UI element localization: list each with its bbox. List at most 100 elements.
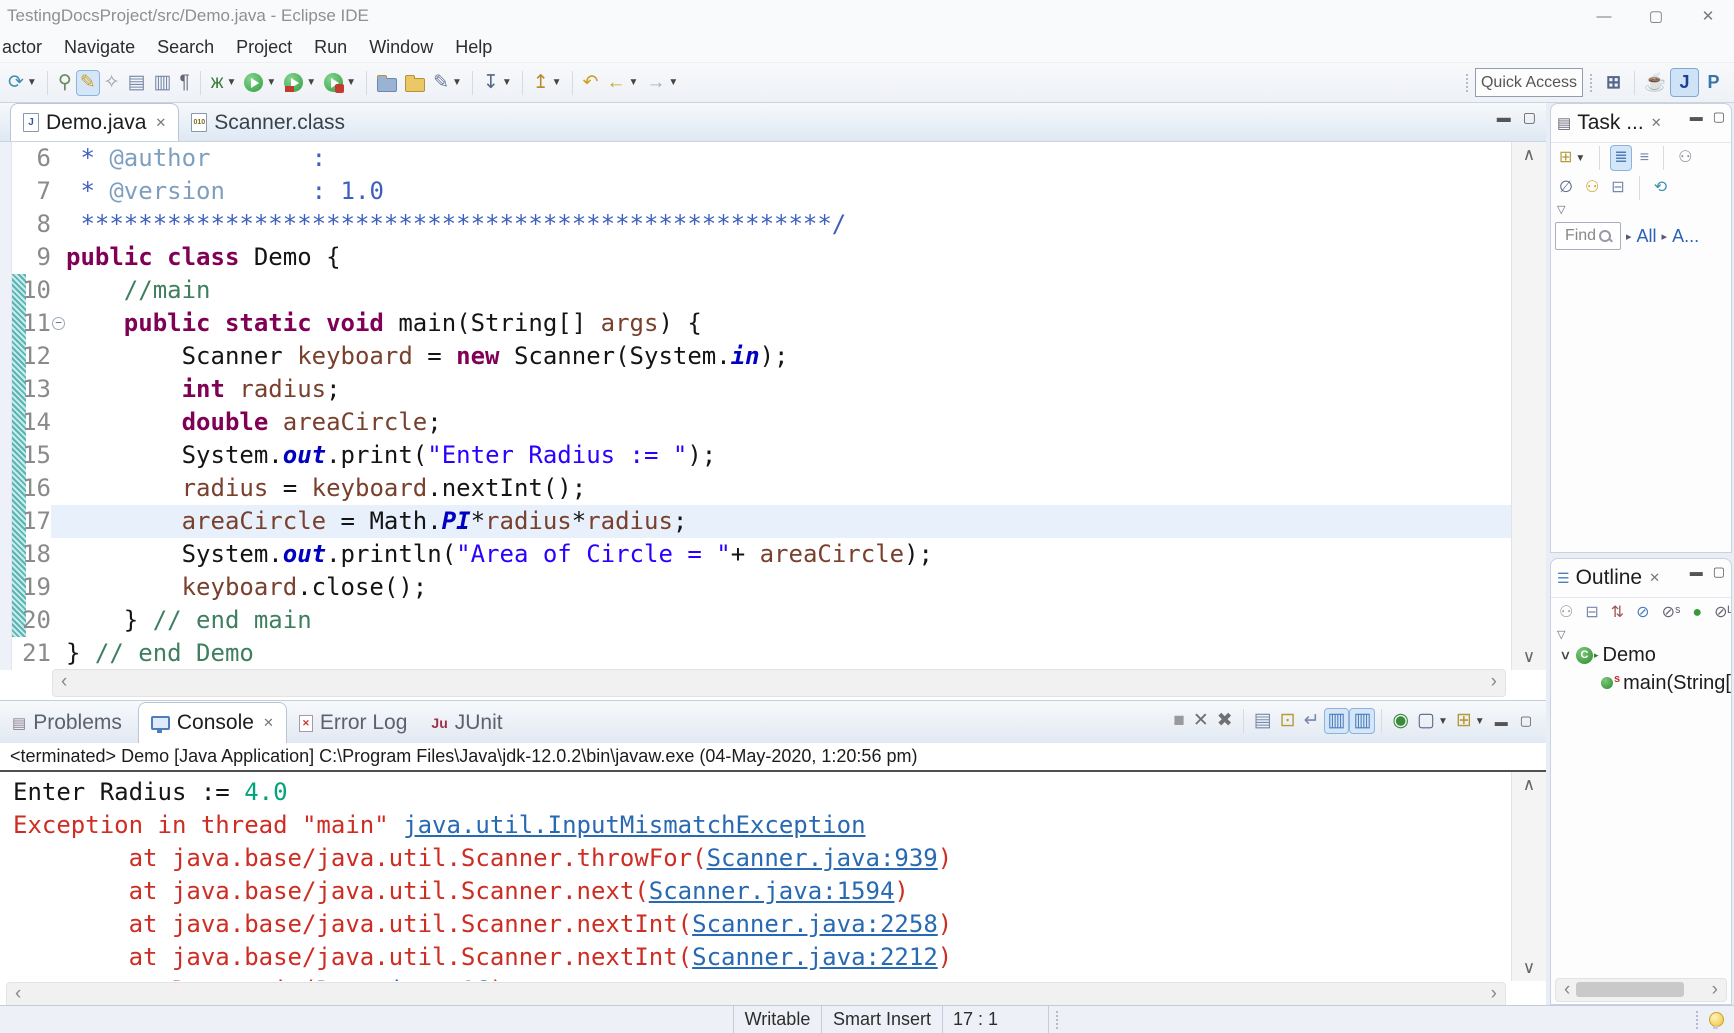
remove-launch-button[interactable]: ✕ — [1190, 709, 1212, 733]
close-view-icon[interactable]: ✕ — [1651, 115, 1662, 131]
tab-junit[interactable]: JuJUnit — [419, 703, 514, 743]
tab-demo-java[interactable]: J Demo.java ✕ — [10, 103, 179, 141]
stack-trace-link[interactable]: Demo.java:16 — [316, 976, 489, 981]
lightbulb-icon[interactable] — [1709, 1012, 1724, 1027]
focus-people-button[interactable]: ⚇ — [1675, 146, 1695, 170]
fold-marker-icon[interactable]: − — [52, 317, 65, 330]
terminate-button[interactable]: ■ — [1170, 709, 1187, 733]
close-tab-icon[interactable]: ✕ — [263, 715, 274, 731]
code-line-15[interactable]: 15 System.out.print("Enter Radius := "); — [0, 439, 1512, 472]
display-console-button[interactable]: ▢▼ — [1414, 709, 1451, 733]
export-button[interactable]: ↥▼ — [530, 71, 565, 95]
maximize-view-button[interactable]: ▢ — [1713, 109, 1725, 125]
menu-project[interactable]: Project — [225, 37, 303, 58]
java-perspective-button[interactable]: J — [1671, 69, 1698, 96]
editor-vertical-scrollbar[interactable]: ∧ ∨ — [1511, 142, 1546, 670]
menu-search[interactable]: Search — [146, 37, 225, 58]
code-line-9[interactable]: 9public class Demo { — [0, 241, 1512, 274]
refresh-button[interactable]: ⟳▼ — [5, 71, 40, 95]
sparkle-icon[interactable]: ✧ — [101, 71, 123, 95]
hide-static-members-button[interactable]: ⊘ˢ — [1659, 601, 1684, 625]
pin-console-button[interactable]: ◉ — [1389, 709, 1412, 733]
run-button[interactable]: ▼ — [241, 71, 279, 94]
editor-horizontal-scrollbar[interactable]: ‹ › — [52, 669, 1506, 697]
outline-horizontal-scrollbar[interactable]: ‹ › — [1555, 978, 1727, 1002]
show-on-stdout-toggle[interactable]: ▥ — [1325, 709, 1349, 733]
minimize-view-button[interactable]: ▬ — [1495, 714, 1508, 729]
menu-help[interactable]: Help — [444, 37, 503, 58]
scroll-up-icon[interactable]: ∧ — [1512, 775, 1546, 795]
tab-error-log[interactable]: ✕Error Log — [287, 703, 420, 743]
previous-annotation-button[interactable]: ▥ — [151, 71, 175, 95]
console-horizontal-scrollbar[interactable]: ‹ › — [6, 982, 1506, 1007]
scroll-lock-button[interactable]: ⊡ — [1277, 709, 1299, 733]
forward-button[interactable]: →▼ — [643, 71, 681, 95]
next-annotation-button[interactable]: ▤ — [125, 71, 149, 95]
mark-occurrences-toggle[interactable]: ✎ — [77, 71, 99, 95]
code-line-14[interactable]: 14 double areaCircle; — [0, 406, 1512, 439]
hide-fields-button[interactable]: ⊘ — [1633, 601, 1652, 625]
clear-console-button[interactable]: ▤ — [1251, 709, 1275, 733]
word-wrap-button[interactable]: ↵ — [1301, 709, 1323, 733]
minimize-view-button[interactable]: ▬ — [1690, 564, 1703, 580]
sort-button[interactable]: ⇅ — [1608, 601, 1627, 625]
scroll-up-icon[interactable]: ∧ — [1512, 145, 1546, 165]
tree-item-demo[interactable]: > C ▸ Demo — [1551, 641, 1731, 669]
hide-local-types-button[interactable]: ⊘ᴸ — [1711, 601, 1732, 625]
debug-button[interactable]: ж▼ — [208, 71, 240, 95]
toolbar-drag-handle[interactable] — [1590, 74, 1592, 92]
scroll-left-icon[interactable]: ‹ — [1564, 979, 1570, 1001]
maximize-button[interactable]: ▢ — [1630, 0, 1682, 32]
maximize-view-button[interactable]: ▢ — [1523, 109, 1536, 126]
link-with-editor-button[interactable]: ⚇ — [1556, 601, 1576, 625]
back-button[interactable]: ←▼ — [603, 71, 641, 95]
open-folder-button[interactable] — [402, 71, 428, 94]
minimize-view-button[interactable]: ▬ — [1497, 109, 1511, 126]
collapse-all-button[interactable]: ⊟ — [1582, 601, 1601, 625]
maximize-view-button[interactable]: ▢ — [1520, 713, 1532, 729]
show-on-stderr-toggle[interactable]: ▥ — [1350, 709, 1374, 733]
tab-problems[interactable]: ▤Problems — [0, 703, 134, 743]
categorized-view-button[interactable]: ≣ — [1611, 146, 1630, 170]
console-vertical-scrollbar[interactable]: ∧ ∨ — [1511, 772, 1546, 981]
stack-trace-link[interactable]: Scanner.java:1594 — [649, 877, 895, 905]
remove-all-terminated-button[interactable]: ✖ — [1214, 709, 1236, 733]
chevron-down-icon[interactable]: > — [1557, 647, 1574, 663]
open-file-button[interactable] — [374, 71, 400, 94]
scroll-right-icon[interactable]: › — [1491, 671, 1497, 693]
new-task-button[interactable]: ⊞▼ — [1556, 146, 1588, 170]
code-line-21[interactable]: 21} // end Demo — [0, 637, 1512, 670]
find-input[interactable]: Find — [1555, 222, 1621, 250]
code-line-20[interactable]: 20 } // end main — [0, 604, 1512, 637]
code-line-12[interactable]: 12 Scanner keyboard = new Scanner(System… — [0, 340, 1512, 373]
code-line-7[interactable]: 7 * @version : 1.0 — [0, 175, 1512, 208]
show-whitespace-toggle[interactable]: ¶ — [177, 71, 193, 95]
filter-link[interactable]: A... — [1672, 226, 1699, 247]
pen-button[interactable]: ✎▼ — [430, 71, 465, 95]
scrollbar-thumb[interactable] — [1576, 982, 1684, 997]
menu-navigate[interactable]: Navigate — [53, 37, 146, 58]
minimize-view-button[interactable]: ▬ — [1690, 109, 1703, 125]
menu-window[interactable]: Window — [358, 37, 444, 58]
scroll-right-icon[interactable]: › — [1712, 979, 1718, 1001]
code-line-18[interactable]: 18 System.out.println("Area of Circle = … — [0, 538, 1512, 571]
stack-trace-link[interactable]: java.util.InputMismatchException — [403, 811, 865, 839]
quick-access-button[interactable]: Quick Access — [1475, 68, 1583, 97]
stack-trace-link[interactable]: Scanner.java:2212 — [692, 943, 938, 971]
code-line-11[interactable]: 11− public static void main(String[] arg… — [0, 307, 1512, 340]
scroll-right-icon[interactable]: › — [1491, 983, 1497, 1005]
synchronize-button[interactable]: ⟲ — [1651, 176, 1670, 200]
close-view-icon[interactable]: ✕ — [1649, 570, 1660, 586]
code-line-19[interactable]: 19 keyboard.close(); — [0, 571, 1512, 604]
profile-button[interactable]: ▼ — [321, 71, 359, 94]
coverage-button[interactable]: ▼ — [281, 71, 319, 94]
scroll-down-icon[interactable]: ∨ — [1512, 647, 1546, 667]
collapse-all-button[interactable]: ⊟ — [1608, 176, 1627, 200]
hide-non-public-button[interactable]: ● — [1689, 601, 1705, 625]
tab-scanner-class[interactable]: 010 Scanner.class — [179, 104, 357, 141]
toolbar-drag-handle[interactable] — [1466, 74, 1468, 92]
hide-completed-button[interactable]: ∅ — [1556, 176, 1576, 200]
menu-actor[interactable]: actor — [0, 37, 53, 58]
code-line-17[interactable]: 17 areaCircle = Math.PI*radius*radius; — [0, 505, 1512, 538]
minimize-button[interactable]: — — [1578, 0, 1630, 32]
